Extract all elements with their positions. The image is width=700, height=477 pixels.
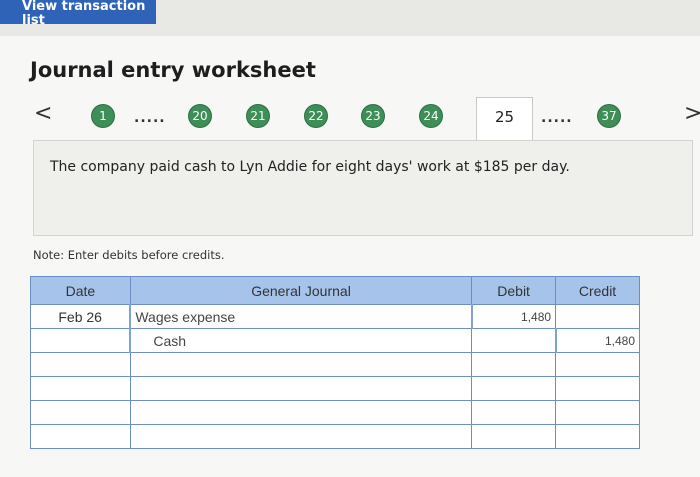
table-row	[30, 328, 640, 353]
account-cell[interactable]	[129, 328, 473, 353]
chevron-right-icon[interactable]: >	[684, 103, 700, 125]
table-header-row: Date General Journal Debit Credit	[30, 276, 640, 305]
debit-cell[interactable]	[470, 304, 557, 329]
header-credit: Credit	[555, 276, 640, 305]
credit-cell[interactable]	[555, 424, 640, 449]
nav-ellipsis: .....	[541, 110, 573, 126]
page-title: Journal entry worksheet	[30, 58, 316, 82]
debit-input[interactable]	[476, 401, 552, 424]
credit-input[interactable]	[560, 353, 635, 376]
table-row	[30, 424, 640, 449]
credit-cell[interactable]	[555, 376, 640, 401]
credit-cell[interactable]	[554, 328, 640, 353]
date-cell[interactable]	[30, 424, 131, 449]
table-row: Feb 26	[30, 304, 640, 329]
credit-input[interactable]	[560, 401, 635, 424]
credit-input[interactable]	[560, 329, 635, 352]
account-input[interactable]	[134, 353, 468, 376]
date-cell[interactable]: Feb 26	[30, 304, 131, 329]
date-cell[interactable]	[30, 400, 131, 425]
view-transaction-list-button[interactable]: View transaction list	[0, 0, 156, 28]
nav-item-23[interactable]: 23	[362, 105, 384, 127]
header-debit: Debit	[471, 276, 557, 305]
account-input[interactable]	[135, 329, 468, 352]
date-cell[interactable]	[30, 376, 131, 401]
debit-input[interactable]	[476, 425, 552, 448]
instruction-note: Note: Enter debits before credits.	[33, 248, 225, 262]
account-cell[interactable]	[129, 352, 473, 377]
nav-item-current[interactable]: 25	[476, 97, 533, 142]
date-cell[interactable]	[30, 352, 131, 377]
debit-input[interactable]	[476, 305, 552, 328]
account-cell[interactable]	[129, 304, 473, 329]
nav-item-1[interactable]: 1	[92, 105, 114, 127]
credit-input[interactable]	[560, 377, 635, 400]
credit-cell[interactable]	[555, 352, 640, 377]
account-input[interactable]	[134, 401, 468, 424]
account-cell[interactable]	[129, 400, 473, 425]
debit-cell[interactable]	[471, 352, 557, 377]
chevron-left-icon[interactable]: <	[34, 103, 52, 125]
debit-cell[interactable]	[471, 400, 557, 425]
nav-item-24[interactable]: 24	[420, 105, 442, 127]
credit-cell[interactable]	[555, 400, 640, 425]
account-input[interactable]	[135, 305, 467, 328]
debit-input[interactable]	[476, 353, 552, 376]
nav-item-20[interactable]: 20	[189, 105, 211, 127]
question-text: The company paid cash to Lyn Addie for e…	[33, 140, 693, 236]
table-row	[30, 352, 640, 377]
credit-input[interactable]	[560, 305, 635, 328]
journal-table: Date General Journal Debit Credit Feb 26	[30, 276, 640, 449]
credit-cell[interactable]	[555, 304, 640, 329]
date-cell[interactable]	[30, 328, 131, 353]
debit-input[interactable]	[476, 377, 552, 400]
debit-cell[interactable]	[471, 424, 557, 449]
account-input[interactable]	[134, 377, 468, 400]
debit-cell[interactable]	[471, 376, 557, 401]
nav-item-21[interactable]: 21	[247, 105, 269, 127]
account-input[interactable]	[134, 425, 468, 448]
nav-ellipsis: .....	[134, 110, 166, 126]
table-row	[30, 376, 640, 401]
account-cell[interactable]	[129, 424, 473, 449]
header-general-journal: General Journal	[129, 276, 473, 305]
nav-item-22[interactable]: 22	[305, 105, 327, 127]
nav-item-37[interactable]: 37	[598, 105, 620, 127]
debit-cell[interactable]	[471, 328, 557, 353]
debit-input[interactable]	[476, 329, 551, 352]
header-date: Date	[30, 276, 131, 305]
credit-input[interactable]	[560, 425, 635, 448]
table-row	[30, 400, 640, 425]
account-cell[interactable]	[129, 376, 473, 401]
